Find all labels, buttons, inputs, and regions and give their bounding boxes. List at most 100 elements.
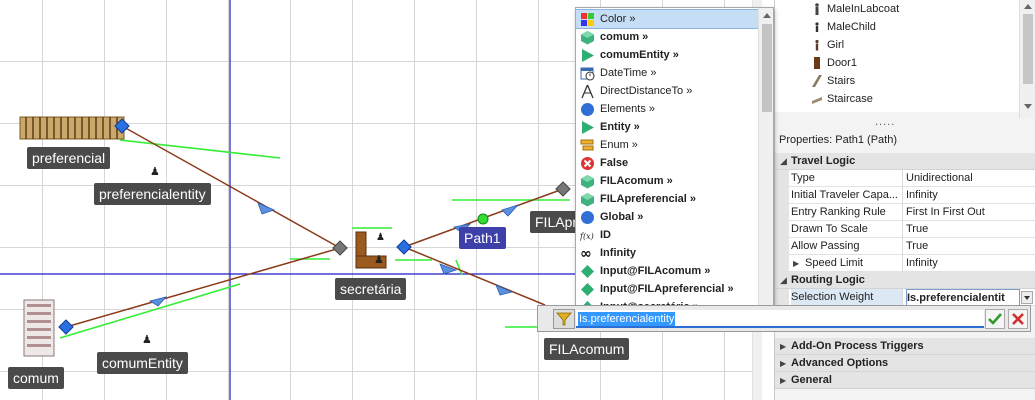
autocomplete-item[interactable]: Enum »	[576, 136, 758, 154]
cancel-button[interactable]	[1008, 309, 1028, 329]
autocomplete-item[interactable]: FILAcomum »	[576, 172, 758, 190]
scroll-down-icon[interactable]	[1024, 104, 1032, 109]
properties-grid: ◢ Travel Logic Type Unidirectional Initi…	[775, 153, 1035, 389]
label-preferencialentity[interactable]: preferencialentity	[94, 183, 211, 205]
property-row-selection-weight[interactable]: Selection Weight Is.preferencialentit	[775, 289, 1035, 306]
library-item[interactable]: Stairs	[812, 72, 856, 90]
property-name: Drawn To Scale	[791, 221, 903, 238]
library-item-label: Girl	[827, 39, 845, 51]
category-addon-process-triggers[interactable]: ▶ Add-On Process Triggers	[775, 338, 1035, 355]
expand-arrow-icon[interactable]: ▶	[793, 255, 799, 272]
label-comumentity[interactable]: comumEntity	[97, 352, 188, 374]
chevron-down-icon	[1024, 296, 1030, 300]
autocomplete-item[interactable]: comum »	[576, 28, 758, 46]
autocomplete-scrollbar[interactable]	[758, 8, 773, 306]
path-direction-arrow	[501, 204, 520, 217]
category-routing-logic[interactable]: ◢ Routing Logic	[775, 272, 1035, 289]
property-row[interactable]: Drawn To Scale True	[775, 221, 1035, 238]
property-value[interactable]: Unidirectional	[906, 170, 1035, 187]
autocomplete-item[interactable]: Global »	[576, 208, 758, 226]
properties-header: Properties: Path1 (Path)	[779, 134, 898, 146]
autocomplete-item[interactable]: DateTime »	[576, 64, 758, 82]
property-value[interactable]: First In First Out	[906, 204, 1035, 221]
datetime-icon	[580, 67, 595, 81]
property-row[interactable]: Entry Ranking Rule First In First Out	[775, 204, 1035, 221]
person-figure-icon	[815, 22, 819, 32]
function-icon: f(x)	[580, 232, 594, 241]
transfer-node-diamond	[58, 319, 74, 335]
library-scrollbar[interactable]	[1019, 0, 1035, 118]
label-preferencial[interactable]: preferencial	[27, 147, 111, 169]
property-row[interactable]: Allow Passing True	[775, 238, 1035, 255]
autocomplete-item[interactable]: Elements »	[576, 100, 758, 118]
door-icon	[814, 57, 820, 69]
autocomplete-item[interactable]: Color »	[576, 9, 759, 29]
autocomplete-item[interactable]: Input@FILApreferencial »	[576, 280, 758, 298]
person-figure-icon	[815, 39, 819, 51]
scroll-up-icon[interactable]	[763, 13, 771, 18]
panel-splitter[interactable]: .....	[875, 116, 895, 128]
label-path1[interactable]: Path1	[459, 227, 506, 249]
label-comum[interactable]: comum	[8, 367, 64, 389]
autocomplete-item[interactable]: f(x) ID	[576, 226, 758, 244]
library-item[interactable]: MaleChild	[815, 18, 876, 36]
enum-icon	[580, 139, 594, 151]
autocomplete-item-label: DateTime »	[600, 67, 657, 79]
diamond-icon	[581, 265, 594, 278]
property-name: Selection Weight	[791, 289, 903, 306]
library-item[interactable]: Door1	[814, 54, 857, 72]
selection-weight-value[interactable]: Is.preferencialentit	[906, 289, 1020, 306]
library-item[interactable]: MaleInLabcoat	[815, 0, 899, 18]
category-advanced-options[interactable]: ▶ Advanced Options	[775, 355, 1035, 372]
library-item[interactable]: Staircase	[812, 90, 873, 108]
property-value[interactable]: True	[906, 221, 1035, 238]
expand-arrow-icon[interactable]: ▶	[780, 372, 786, 389]
autocomplete-scroll-thumb[interactable]	[762, 24, 772, 112]
property-value[interactable]: True	[906, 238, 1035, 255]
autocomplete-item[interactable]: DirectDistanceTo »	[576, 82, 758, 100]
category-travel-logic[interactable]: ◢ Travel Logic	[775, 153, 1035, 170]
scroll-up-icon[interactable]	[1024, 4, 1032, 9]
property-row[interactable]: Type Unidirectional	[775, 170, 1035, 187]
collapse-arrow-icon[interactable]: ◢	[780, 272, 787, 289]
property-value[interactable]: Infinity	[906, 255, 1035, 272]
path-direction-arrow	[257, 202, 276, 215]
library-item-label: MaleChild	[827, 21, 876, 33]
property-row[interactable]: ▶ Speed Limit Infinity	[775, 255, 1035, 272]
autocomplete-item[interactable]: FILApreferencial »	[576, 190, 758, 208]
category-label: Travel Logic	[791, 155, 856, 167]
dropdown-button[interactable]	[1021, 291, 1033, 304]
preferencial-source-graphic	[19, 116, 125, 140]
autocomplete-item[interactable]: comumEntity »	[576, 46, 758, 64]
accept-button[interactable]	[985, 309, 1005, 329]
autocomplete-item-label: Entity »	[600, 121, 640, 133]
expand-arrow-icon[interactable]: ▶	[780, 338, 786, 355]
collapse-arrow-icon[interactable]: ◢	[780, 153, 787, 170]
property-name: Allow Passing	[791, 238, 903, 255]
autocomplete-item-label: FILApreferencial »	[600, 193, 696, 205]
property-value[interactable]: Infinity	[906, 187, 1035, 204]
library-item-label: Door1	[827, 57, 857, 69]
filter-funnel-icon	[556, 312, 572, 326]
right-panel: MaleInLabcoat MaleChild Girl Door1 Stair…	[774, 0, 1035, 400]
label-filacomum[interactable]: FILAcomum	[544, 338, 630, 360]
category-general[interactable]: ▶ General	[775, 372, 1035, 389]
row-gutter	[775, 170, 789, 186]
distance-icon	[581, 84, 594, 99]
category-label: General	[791, 374, 832, 386]
filter-button[interactable]	[553, 309, 575, 329]
autocomplete-item[interactable]: ∞ Infinity	[576, 244, 758, 262]
autocomplete-item[interactable]: Entity »	[576, 118, 758, 136]
autocomplete-item[interactable]: Input@FILAcomum »	[576, 262, 758, 280]
output-queue-line	[119, 139, 281, 159]
property-row[interactable]: Initial Traveler Capa... Infinity	[775, 187, 1035, 204]
row-gutter	[775, 204, 789, 220]
library-scroll-thumb[interactable]	[1023, 14, 1033, 84]
expression-autocomplete-list[interactable]: Color » comum » comumEntity » DateTime » Dir…	[575, 7, 774, 307]
expand-arrow-icon[interactable]: ▶	[780, 355, 786, 372]
autocomplete-item[interactable]: False	[576, 154, 758, 172]
color-palette-icon	[581, 13, 594, 26]
label-secretaria[interactable]: secretária	[335, 278, 407, 300]
library-item[interactable]: Girl	[815, 36, 845, 54]
library-item-label: Stairs	[827, 75, 856, 87]
